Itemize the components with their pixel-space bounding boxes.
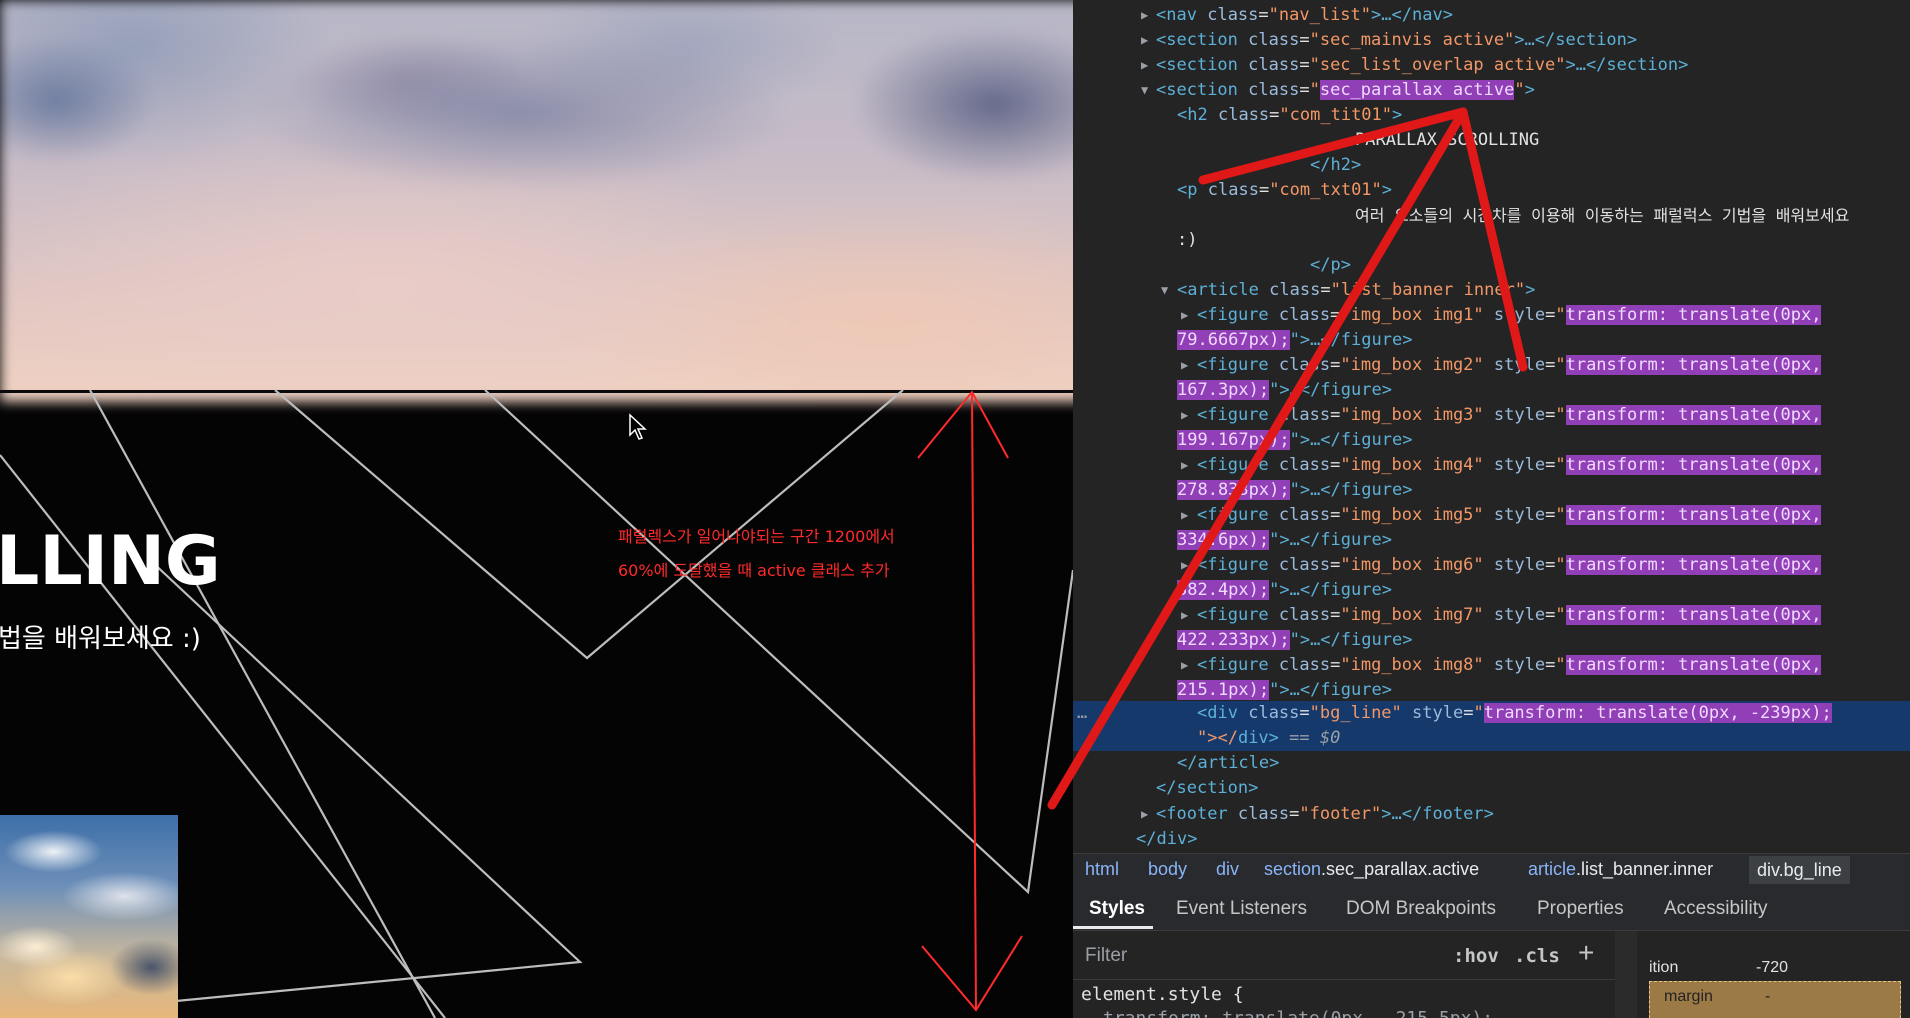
tab-dom-breakpoints[interactable]: DOM Breakpoints xyxy=(1346,898,1496,920)
breadcrumb-article[interactable]: article.list_banner.inner xyxy=(1528,859,1713,880)
elements-tree[interactable]: ▶ <nav class="nav_list">…</nav> ▶ <section… xyxy=(1073,0,1910,853)
page-viewport[interactable]: LLING 법을 배워보세요 :) 패럴렉스가 일어나야되는 구간 1200에서… xyxy=(0,0,1073,1018)
dom-line-figure-cont[interactable]: 422.233px);">…</figure> xyxy=(1073,628,1910,653)
expand-triangle-icon[interactable]: ▶ xyxy=(1141,28,1148,53)
cls-toggle[interactable]: .cls xyxy=(1514,945,1560,967)
expand-triangle-icon[interactable]: ▶ xyxy=(1181,603,1188,628)
dom-line-figure-cont[interactable]: 278.833px);">…</figure> xyxy=(1073,478,1910,503)
dom-line-figure-cont[interactable]: 334.6px);">…</figure> xyxy=(1073,528,1910,553)
expand-triangle-icon[interactable]: ▶ xyxy=(1181,453,1188,478)
dom-line-figure[interactable]: ▶ <figure class="img_box img3" style="tra… xyxy=(1073,403,1910,428)
dom-line-section-close[interactable]: </section> xyxy=(1073,776,1910,801)
expand-triangle-icon[interactable]: ▶ xyxy=(1141,53,1148,78)
dom-line-figure[interactable]: ▶ <figure class="img_box img7" style="tra… xyxy=(1073,603,1910,628)
bg-line-4 xyxy=(484,389,1073,895)
dom-line-div-close[interactable]: </div> xyxy=(1073,827,1910,852)
breadcrumb: html body div section.sec_parallax.activ… xyxy=(1073,853,1910,887)
pane-splitter[interactable] xyxy=(1615,931,1637,1018)
section-title: LLING xyxy=(0,522,221,601)
mouse-cursor-icon xyxy=(629,413,647,440)
dom-line-section-parallax[interactable]: ▼ <section class="sec_parallax active"> xyxy=(1073,78,1910,103)
dom-line-figure-cont[interactable]: 215.1px);">…</figure> xyxy=(1073,678,1910,703)
breadcrumb-current[interactable]: div.bg_line xyxy=(1749,856,1850,884)
section-text: 법을 배워보세요 :) xyxy=(0,624,201,654)
breadcrumb-section[interactable]: section.sec_parallax.active xyxy=(1264,859,1479,880)
expand-triangle-icon[interactable]: ▶ xyxy=(1181,403,1188,428)
dom-line-figure-cont[interactable]: 167.3px);">…</figure> xyxy=(1073,378,1910,403)
box-model-panel: ition -720 margin - xyxy=(1641,931,1910,1018)
dom-line-figure[interactable]: ▶ <figure class="img_box img6" style="tra… xyxy=(1073,553,1910,578)
dom-line-figure-cont[interactable]: 79.6667px);">…</figure> xyxy=(1073,328,1910,353)
dom-line-nav[interactable]: ▶ <nav class="nav_list">…</nav> xyxy=(1073,3,1910,28)
dom-line-footer[interactable]: ▶ <footer class="footer">…</footer> xyxy=(1073,802,1910,827)
expand-triangle-icon[interactable]: ▶ xyxy=(1181,303,1188,328)
expand-triangle-icon[interactable]: ▶ xyxy=(1181,353,1188,378)
collapse-triangle-icon[interactable]: ▼ xyxy=(1161,278,1168,303)
annotation-line-2: 60%에 도달했을 때 active 클래스 추가 xyxy=(618,561,890,580)
dom-line-section-overlap[interactable]: ▶ <section class="sec_list_overlap active… xyxy=(1073,53,1910,78)
dom-line-p-close[interactable]: </p> xyxy=(1073,253,1910,278)
hov-toggle[interactable]: :hov xyxy=(1453,945,1499,967)
expand-triangle-icon[interactable]: ▶ xyxy=(1181,653,1188,678)
expand-triangle-icon[interactable]: ▶ xyxy=(1181,553,1188,578)
dom-line-h2-text[interactable]: PARALLAX SCROLLING xyxy=(1073,128,1910,153)
box-model-margin-box[interactable]: margin - xyxy=(1649,981,1901,1018)
element-style-transform[interactable]: transform: translate(0px, -215.5px); xyxy=(1103,1008,1493,1018)
dom-line-section-mainvis[interactable]: ▶ <section class="sec_mainvis active">…</… xyxy=(1073,28,1910,53)
dom-line-figure[interactable]: ▶ <figure class="img_box img1" style="tra… xyxy=(1073,303,1910,328)
dom-line-article-close[interactable]: </article> xyxy=(1073,751,1910,776)
box-model-margin-value[interactable]: - xyxy=(1765,988,1770,1006)
dom-line-p[interactable]: <p class="com_txt01"> xyxy=(1073,178,1910,203)
dom-line-p-text[interactable]: 여러 요소들의 시간차를 이용해 이동하는 패럴럭스 기법을 배워보세요 xyxy=(1073,203,1910,228)
dom-line-h2-close[interactable]: </h2> xyxy=(1073,153,1910,178)
annotation-line-1: 패럴렉스가 일어나야되는 구간 1200에서 xyxy=(618,527,895,546)
filter-input[interactable]: Filter xyxy=(1085,945,1127,967)
cloud-image xyxy=(0,815,178,1018)
expand-triangle-icon[interactable]: ▶ xyxy=(1141,802,1148,827)
breadcrumb-html[interactable]: html xyxy=(1085,859,1119,880)
box-model-position-label: ition xyxy=(1649,959,1679,976)
dom-line-figure[interactable]: ▶ <figure class="img_box img4" style="tra… xyxy=(1073,453,1910,478)
devtools-panel[interactable]: ▶ <nav class="nav_list">…</nav> ▶ <section… xyxy=(1073,0,1910,1018)
more-dots-icon[interactable]: … xyxy=(1077,701,1087,726)
highlighted-class-value[interactable]: sec_parallax active xyxy=(1319,80,1515,100)
dom-line-figure[interactable]: ▶ <figure class="img_box img8" style="tra… xyxy=(1073,653,1910,678)
dom-line-figure-cont[interactable]: 199.167px);">…</figure> xyxy=(1073,428,1910,453)
dom-line-bg-line-selected[interactable]: … <div class="bg_line" style="transform: … xyxy=(1073,701,1910,726)
dom-line-figure[interactable]: ▶ <figure class="img_box img2" style="tra… xyxy=(1073,353,1910,378)
new-style-rule-button[interactable]: + xyxy=(1578,937,1594,969)
dom-line-bg-line-cont[interactable]: "></div> == $0 xyxy=(1073,726,1910,751)
box-model-margin-label: margin xyxy=(1664,988,1713,1005)
dom-line-h2[interactable]: <h2 class="com_tit01"> xyxy=(1073,103,1910,128)
breadcrumb-body[interactable]: body xyxy=(1148,859,1187,880)
styles-filter-bar: Filter :hov .cls + xyxy=(1073,931,1635,980)
tab-properties[interactable]: Properties xyxy=(1537,898,1624,920)
expand-triangle-icon[interactable]: ▶ xyxy=(1181,503,1188,528)
active-tab-indicator xyxy=(1073,926,1153,929)
element-style-rule[interactable]: element.style { xyxy=(1081,984,1244,1005)
dom-line-article[interactable]: ▼ <article class="list_banner inner"> xyxy=(1073,278,1910,303)
dom-line-p-text-cont[interactable]: :) xyxy=(1073,228,1910,253)
box-model-position-value[interactable]: -720 xyxy=(1756,959,1788,977)
expand-triangle-icon[interactable]: ▶ xyxy=(1141,3,1148,28)
dom-line-figure[interactable]: ▶ <figure class="img_box img5" style="tra… xyxy=(1073,503,1910,528)
annotation-note: 패럴렉스가 일어나야되는 구간 1200에서 60%에 도달했을 때 activ… xyxy=(618,520,978,588)
tab-styles[interactable]: Styles xyxy=(1089,898,1145,920)
tab-event-listeners[interactable]: Event Listeners xyxy=(1176,898,1307,920)
dom-line-figure-cont[interactable]: 382.4px);">…</figure> xyxy=(1073,578,1910,603)
breadcrumb-div[interactable]: div xyxy=(1216,859,1239,880)
styles-tabbar: Styles Event Listeners DOM Breakpoints P… xyxy=(1073,886,1910,931)
tab-accessibility[interactable]: Accessibility xyxy=(1664,898,1767,920)
collapse-triangle-icon[interactable]: ▼ xyxy=(1141,78,1148,103)
